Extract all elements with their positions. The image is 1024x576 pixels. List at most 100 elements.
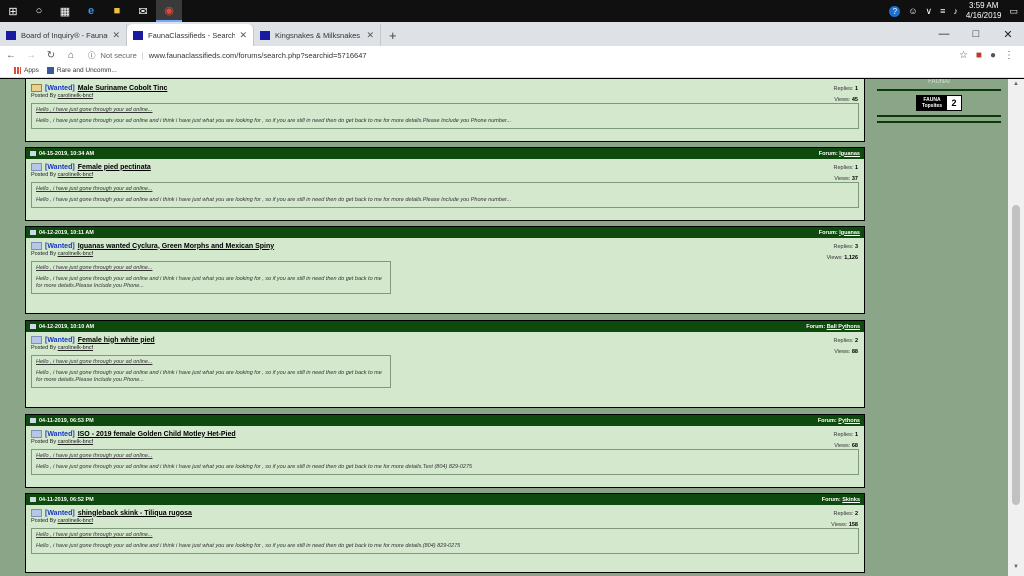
- scroll-down-icon[interactable]: ▼: [1008, 564, 1024, 574]
- forum-link[interactable]: Pythons: [838, 418, 860, 424]
- snippet-heading-link[interactable]: Hello , i have just gone through your ad…: [36, 359, 386, 365]
- bookmark-apps[interactable]: Apps: [14, 67, 39, 74]
- maximize-icon[interactable]: □: [960, 22, 992, 46]
- people-icon[interactable]: ☺: [908, 6, 917, 16]
- snippet-heading-link[interactable]: Hello , i have just gone through your ad…: [36, 107, 854, 113]
- post-date-icon: [30, 418, 36, 423]
- badge-sub: Topsites: [921, 103, 943, 109]
- home-icon[interactable]: ⌂: [64, 48, 78, 62]
- thread-title-link[interactable]: Male Suriname Cobolt Tinc: [78, 85, 168, 92]
- new-tab-icon[interactable]: +: [381, 24, 405, 46]
- views-label: Views:: [834, 176, 851, 182]
- close-tab-icon[interactable]: ✕: [239, 30, 247, 41]
- window-controls: — □ ✕: [928, 22, 1024, 46]
- author-link[interactable]: carolinelk-bncf: [58, 518, 93, 524]
- wifi-icon[interactable]: ≡: [940, 6, 945, 16]
- url-text[interactable]: www.faunaclassifieds.com/forums/search.p…: [149, 51, 367, 60]
- result-body: [Wanted] Female high white pied Posted B…: [26, 332, 864, 407]
- result-body: [Wanted] Female pied pectinata Posted By…: [26, 159, 864, 220]
- wanted-prefix: [Wanted]: [45, 509, 75, 517]
- snippet-heading-link[interactable]: Hello , i have just gone through your ad…: [36, 532, 854, 538]
- forum-link[interactable]: Iguanas: [839, 151, 860, 157]
- clock[interactable]: 3:59 AM 4/16/2019: [966, 1, 1002, 21]
- thread-title-link[interactable]: Female high white pied: [78, 337, 155, 344]
- replies-label: Replies:: [833, 244, 854, 250]
- close-window-icon[interactable]: ✕: [992, 22, 1024, 46]
- posted-by-label: Posted By: [31, 345, 57, 351]
- tab-label: Kingsnakes & Milksnakes - Fauna: [275, 30, 362, 40]
- snippet-heading-link[interactable]: Hello , i have just gone through your ad…: [36, 265, 386, 271]
- windows-start-icon[interactable]: ⊞: [0, 0, 26, 22]
- post-date-icon: [30, 497, 36, 502]
- close-tab-icon[interactable]: ✕: [366, 30, 374, 41]
- result-body: [Wanted] shingleback skink - Tiliqua rug…: [26, 505, 864, 572]
- profile-icon[interactable]: ●: [990, 50, 996, 61]
- address-bar[interactable]: ⓘ Not secure | www.faunaclassifieds.com/…: [84, 48, 953, 63]
- chrome-icon[interactable]: ◉: [156, 0, 182, 22]
- thread-title-link[interactable]: ISO - 2019 female Golden Child Motley He…: [78, 431, 236, 438]
- forum-info: Forum: Iguanas: [819, 151, 860, 157]
- chevron-up-icon[interactable]: ∨: [926, 6, 933, 17]
- snippet-text: Hello , i have just gone through your ad…: [36, 543, 461, 549]
- notification-icon[interactable]: ▭: [1009, 6, 1018, 17]
- post-date: 04-12-2019, 10:10 AM: [39, 323, 95, 330]
- forum-link[interactable]: Ball Pythons: [827, 324, 860, 330]
- file-explorer-icon[interactable]: ■: [104, 0, 130, 22]
- divider: [877, 89, 1001, 91]
- author-link[interactable]: carolinelk-bncf: [58, 172, 93, 178]
- scrollbar-thumb[interactable]: [1012, 205, 1020, 505]
- author-link[interactable]: carolinelk-bncf: [58, 251, 93, 257]
- snippet-heading-link[interactable]: Hello , i have just gone through your ad…: [36, 453, 854, 459]
- extension-icon[interactable]: ■: [976, 50, 982, 61]
- tab-label: Board of Inquiry® - FaunaClassifi: [21, 30, 108, 40]
- topsites-logo: FAUNA Topsites: [917, 96, 947, 110]
- author-link[interactable]: carolinelk-bncf: [58, 345, 93, 351]
- clock-time: 3:59 AM: [969, 1, 999, 10]
- thread-title-link[interactable]: Iguanas wanted Cyclura, Green Morphs and…: [78, 243, 274, 250]
- topsites-badge[interactable]: FAUNA Topsites 2: [916, 95, 962, 111]
- reload-icon[interactable]: ↻: [44, 48, 58, 62]
- search-result: 04-11-2019, 06:52 PM Forum: Skinks [Want…: [25, 493, 865, 573]
- tab-board-of-inquiry[interactable]: Board of Inquiry® - FaunaClassifi ✕: [0, 24, 127, 46]
- bookmark-star-icon[interactable]: ☆: [959, 50, 968, 61]
- info-icon[interactable]: ⓘ: [88, 50, 96, 61]
- task-view-icon[interactable]: ▦: [52, 0, 78, 22]
- views-label: Views:: [831, 522, 848, 528]
- forum-label: Forum:: [806, 323, 826, 330]
- author-link[interactable]: carolinelk-bncf: [58, 439, 93, 445]
- result-body: [Wanted] Iguanas wanted Cyclura, Green M…: [26, 238, 864, 313]
- scroll-up-icon[interactable]: ▲: [1008, 81, 1024, 91]
- tab-search-results[interactable]: FaunaClassifieds - Search Results ✕: [127, 24, 254, 46]
- back-icon[interactable]: ←: [4, 48, 18, 62]
- wanted-prefix: [Wanted]: [45, 84, 75, 92]
- forward-icon[interactable]: →: [24, 48, 38, 62]
- post-snippet: Hello , i have just gone through your ad…: [31, 449, 859, 475]
- snippet-heading-link[interactable]: Hello , i have just gone through your ad…: [36, 186, 854, 192]
- mail-icon[interactable]: ✉: [130, 0, 156, 22]
- forum-link[interactable]: Skinks: [842, 497, 860, 503]
- windows-taskbar: ⊞ ○ ▦ e ■ ✉ ◉ ? ☺ ∨ ≡ ♪ 3:59 AM 4/16/201…: [0, 0, 1024, 22]
- help-icon[interactable]: ?: [889, 5, 901, 17]
- thread-title-link[interactable]: shingleback skink - Tiliqua rugosa: [78, 510, 192, 517]
- posted-by-label: Posted By: [31, 93, 57, 99]
- author-link[interactable]: carolinelk-bncf: [58, 93, 93, 99]
- menu-icon[interactable]: ⋮: [1004, 50, 1014, 61]
- post-icon: [31, 430, 42, 438]
- thread-title-link[interactable]: Female pied pectinata: [78, 164, 151, 171]
- search-icon[interactable]: ○: [26, 0, 52, 22]
- apps-grid-icon: [14, 67, 21, 74]
- forum-info: Forum: Iguanas: [819, 230, 860, 236]
- bookmark-rare-and-uncommon[interactable]: Rare and Uncomm...: [46, 67, 117, 74]
- edge-browser-icon[interactable]: e: [78, 0, 104, 22]
- tab-kingsnakes[interactable]: Kingsnakes & Milksnakes - Fauna ✕: [254, 24, 381, 46]
- search-result: 04-12-2019, 10:11 AM Forum: Iguanas [Wan…: [25, 226, 865, 314]
- volume-icon[interactable]: ♪: [953, 6, 958, 16]
- views-count: 37: [851, 176, 858, 182]
- forum-link[interactable]: Iguanas: [839, 230, 860, 236]
- forum-info: Forum: Skinks: [822, 497, 860, 503]
- vertical-scrollbar[interactable]: ▲ ▼: [1008, 79, 1024, 576]
- minimize-icon[interactable]: —: [928, 22, 960, 46]
- snippet-text: Hello , i have just gone through your ad…: [36, 370, 382, 383]
- close-tab-icon[interactable]: ✕: [112, 30, 120, 41]
- posted-by-label: Posted By: [31, 172, 57, 178]
